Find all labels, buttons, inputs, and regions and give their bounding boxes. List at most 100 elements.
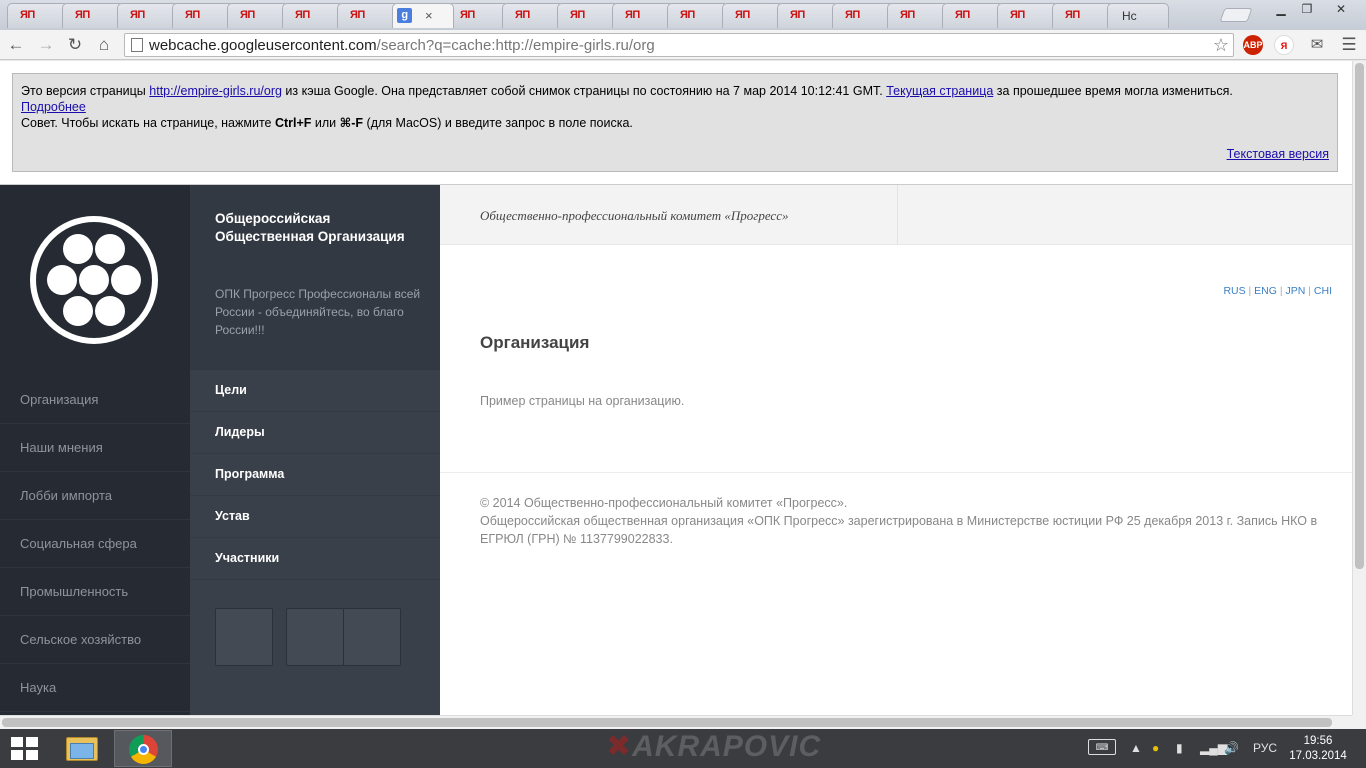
- horizontal-scrollbar[interactable]: [0, 715, 1352, 729]
- header-title: Общественно-профессиональный комитет «Пр…: [480, 208, 789, 223]
- browser-tab[interactable]: ЯП: [502, 3, 564, 28]
- browser-tab[interactable]: ЯП: [172, 3, 234, 28]
- middle-nav-item[interactable]: Устав: [190, 496, 440, 538]
- device-icon[interactable]: ▮: [1176, 741, 1183, 755]
- vertical-scrollbar[interactable]: [1352, 61, 1366, 715]
- site-favicon-icon: ЯП: [185, 9, 200, 21]
- mail-icon[interactable]: ✉: [1306, 34, 1328, 56]
- main-content: Общественно-профессиональный комитет «Пр…: [440, 185, 1352, 715]
- lang-chi[interactable]: CHI: [1314, 285, 1332, 297]
- new-tab-button[interactable]: [1219, 8, 1253, 22]
- middle-nav-item[interactable]: Лидеры: [190, 412, 440, 454]
- browser-tab[interactable]: g ×: [392, 3, 454, 28]
- windows-taskbar: ✖AKRAPOVIC ⌨ ▲ ● ▮ ▂▄▆ 🔊 РУС 19:56 17.03…: [0, 729, 1366, 768]
- org-info: Общероссийская Общественная Организация …: [190, 185, 440, 370]
- window-close-button[interactable]: ✕: [1330, 2, 1352, 18]
- reload-icon[interactable]: ↻: [64, 34, 86, 56]
- browser-tab[interactable]: ЯП: [832, 3, 894, 28]
- site-favicon-icon: ЯП: [350, 9, 365, 21]
- left-nav-item[interactable]: Промышленность: [0, 568, 190, 616]
- address-bar[interactable]: webcache.googleusercontent.com/search?q=…: [124, 33, 1234, 57]
- browser-tab[interactable]: Hc: [1107, 3, 1169, 28]
- current-page-link[interactable]: Текущая страница: [886, 84, 993, 98]
- file-explorer-icon[interactable]: [62, 733, 102, 765]
- text-version-link[interactable]: Текстовая версия: [1227, 146, 1329, 162]
- browser-tab[interactable]: ЯП: [117, 3, 179, 28]
- home-icon[interactable]: ⌂: [93, 34, 115, 56]
- vertical-scroll-thumb[interactable]: [1355, 63, 1364, 569]
- back-arrow-icon[interactable]: ←: [5, 34, 27, 56]
- site-favicon-icon: ЯП: [460, 9, 475, 21]
- page-viewport: Это версия страницы http://empire-girls.…: [0, 61, 1352, 715]
- browser-tab[interactable]: ЯП: [1052, 3, 1114, 28]
- lang-jpn[interactable]: JPN: [1286, 285, 1306, 297]
- browser-tab[interactable]: ЯП: [7, 3, 69, 28]
- site-favicon-icon: ЯП: [1065, 9, 1080, 21]
- main-header: Общественно-профессиональный комитет «Пр…: [440, 185, 1352, 245]
- input-language[interactable]: РУС: [1253, 741, 1277, 755]
- tray-expand-icon[interactable]: ▲: [1130, 741, 1142, 755]
- browser-tab[interactable]: ЯП: [612, 3, 674, 28]
- browser-tab[interactable]: ЯП: [887, 3, 949, 28]
- chrome-taskbar-button[interactable]: [114, 730, 172, 767]
- left-nav: Организация Наши мнения Лобби импорта Социа…: [0, 376, 190, 712]
- forward-arrow-icon[interactable]: →: [35, 34, 57, 56]
- browser-tab[interactable]: ЯП: [997, 3, 1059, 28]
- org-title: Общероссийская Общественная Организация: [215, 211, 405, 244]
- more-info-link[interactable]: Подробнее: [21, 100, 86, 114]
- lang-eng[interactable]: ENG: [1254, 285, 1277, 297]
- browser-tab[interactable]: ЯП: [667, 3, 729, 28]
- left-nav-item[interactable]: Наука: [0, 664, 190, 712]
- middle-nav: Цели Лидеры Программа Устав Участники: [190, 370, 440, 580]
- horizontal-scroll-thumb[interactable]: [2, 718, 1332, 727]
- lang-rus[interactable]: RUS: [1223, 285, 1245, 297]
- notification-icon[interactable]: ●: [1152, 741, 1159, 755]
- browser-tab[interactable]: ЯП: [557, 3, 619, 28]
- address-url[interactable]: webcache.googleusercontent.com/search?q=…: [149, 37, 655, 54]
- browser-tab[interactable]: ЯП: [777, 3, 839, 28]
- adblock-icon[interactable]: ABP: [1243, 35, 1263, 55]
- page-icon: [131, 38, 143, 52]
- browser-tab[interactable]: ЯП: [282, 3, 344, 28]
- browser-tab[interactable]: ЯП: [337, 3, 399, 28]
- keyboard-icon[interactable]: ⌨: [1088, 739, 1116, 755]
- cache-info-line: Это версия страницы http://empire-girls.…: [21, 84, 1233, 98]
- site-favicon-icon: ЯП: [130, 9, 145, 21]
- left-nav-item[interactable]: Организация: [0, 376, 190, 424]
- cached-url-link[interactable]: http://empire-girls.ru/org: [149, 84, 282, 98]
- clock-date: 17.03.2014: [1289, 750, 1347, 762]
- middle-nav-item[interactable]: Цели: [190, 370, 440, 412]
- left-nav-item[interactable]: Социальная сфера: [0, 520, 190, 568]
- browser-tab[interactable]: ЯП: [62, 3, 124, 28]
- site-favicon-icon: ЯП: [1010, 9, 1025, 21]
- logo-hexagons-icon[interactable]: [30, 216, 158, 344]
- page-title: Организация: [480, 333, 590, 352]
- page-footer: © 2014 Общественно-профессиональный коми…: [480, 494, 1330, 548]
- minimize-button[interactable]: ▁: [1270, 2, 1292, 18]
- browser-tab[interactable]: ЯП: [722, 3, 784, 28]
- left-nav-item[interactable]: Лобби импорта: [0, 472, 190, 520]
- middle-nav-item[interactable]: Участники: [190, 538, 440, 580]
- scroll-corner: [1352, 715, 1366, 729]
- signal-icon[interactable]: ▂▄▆: [1200, 741, 1227, 755]
- social-button-1[interactable]: [215, 608, 273, 666]
- menu-icon[interactable]: ☰: [1338, 34, 1360, 56]
- bookmark-star-icon[interactable]: ☆: [1213, 35, 1229, 56]
- browser-tab[interactable]: ЯП: [942, 3, 1004, 28]
- browser-tab[interactable]: ЯП: [447, 3, 509, 28]
- maximize-button[interactable]: ❐: [1296, 2, 1318, 18]
- middle-nav-item[interactable]: Программа: [190, 454, 440, 496]
- header-divider: [897, 185, 898, 245]
- tab-close-icon[interactable]: ×: [425, 8, 433, 23]
- volume-icon[interactable]: 🔊: [1224, 741, 1239, 755]
- left-nav-item[interactable]: Наши мнения: [0, 424, 190, 472]
- yandex-icon[interactable]: Я: [1274, 35, 1294, 55]
- browser-tab[interactable]: ЯП: [227, 3, 289, 28]
- left-nav-item[interactable]: Сельское хозяйство: [0, 616, 190, 664]
- footer-divider: [440, 472, 1352, 473]
- social-button-2[interactable]: [286, 608, 344, 666]
- social-button-3[interactable]: [343, 608, 401, 666]
- site-favicon-icon: ЯП: [955, 9, 970, 21]
- taskbar-clock[interactable]: 19:56 17.03.2014: [1288, 734, 1348, 764]
- windows-start-icon[interactable]: [11, 737, 39, 761]
